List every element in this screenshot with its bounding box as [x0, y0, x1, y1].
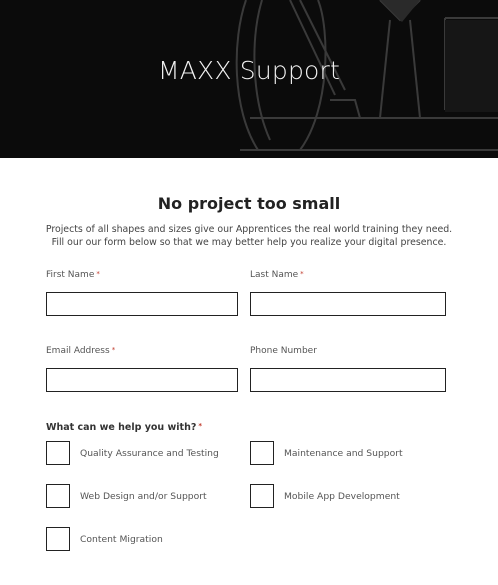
section-heading: No project too small	[157, 194, 341, 213]
option-label: Quality Assurance and Testing	[80, 448, 219, 459]
checkbox[interactable]	[250, 441, 274, 465]
option-label: Web Design and/or Support	[80, 491, 207, 502]
last-name-label-text: Last Name	[250, 270, 299, 280]
help-question-text: What can we help you with?	[46, 422, 197, 433]
required-marker: *	[111, 346, 116, 354]
option-label: Maintenance and Support	[284, 448, 403, 459]
phone-field[interactable]	[250, 368, 446, 392]
option-label: Mobile App Development	[284, 491, 400, 502]
required-marker: *	[300, 270, 304, 278]
help-question: What can we help you with? *	[46, 422, 202, 433]
page-title: MAXX Support	[157, 56, 341, 85]
required-marker: *	[198, 422, 203, 430]
first-name-label: First Name *	[46, 270, 100, 280]
last-name-field[interactable]	[250, 292, 446, 316]
checkbox[interactable]	[250, 484, 274, 508]
first-name-label-text: First Name	[46, 270, 95, 280]
phone-label-text: Phone Number	[250, 346, 317, 356]
intro-text: Projects of all shapes and sizes give ou…	[45, 224, 453, 248]
checkbox[interactable]	[46, 484, 70, 508]
email-label-text: Email Address	[46, 346, 110, 356]
hero-banner: MAXX Support	[0, 0, 498, 158]
phone-label: Phone Number	[250, 346, 317, 356]
option-label: Content Migration	[80, 534, 163, 545]
last-name-label: Last Name *	[250, 270, 304, 280]
email-label: Email Address *	[46, 346, 115, 356]
first-name-field[interactable]	[46, 292, 238, 316]
checkbox[interactable]	[46, 527, 70, 551]
required-marker: *	[96, 270, 100, 278]
checkbox[interactable]	[46, 441, 70, 465]
email-field[interactable]	[46, 368, 238, 392]
